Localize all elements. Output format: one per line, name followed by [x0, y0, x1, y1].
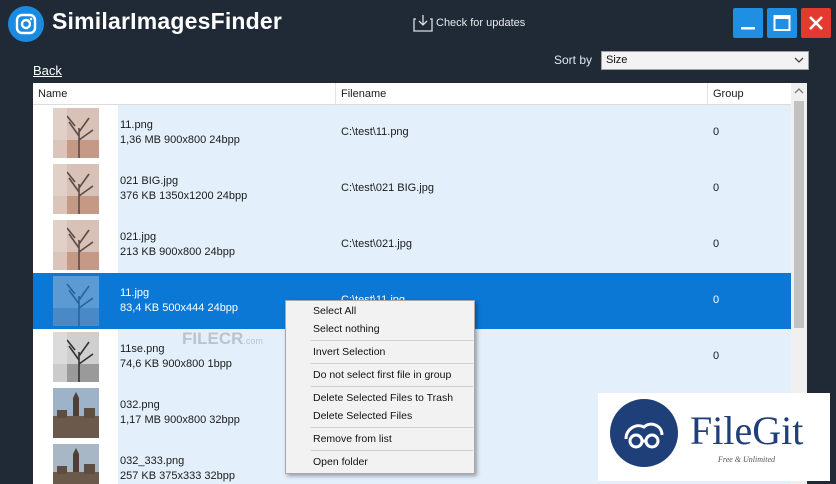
- file-meta: 213 KB 900x800 24bpp: [120, 246, 235, 258]
- download-icon: [413, 15, 433, 32]
- thumbnail-image: [53, 388, 99, 438]
- menu-item-remove-from-list[interactable]: Remove from list: [313, 433, 392, 445]
- thumbnail-image: [53, 220, 99, 270]
- thumbnail-image: [53, 108, 99, 158]
- file-path: C:\test\11.png: [341, 126, 409, 138]
- file-path: C:\test\021.jpg: [341, 238, 412, 250]
- thumbnail-image: [53, 444, 99, 484]
- group-value: 0: [713, 294, 720, 306]
- file-name: 021.jpg: [120, 231, 157, 243]
- thumbnail-image: [53, 164, 99, 214]
- menu-separator: [311, 427, 473, 428]
- menu-item-open-folder[interactable]: Open folder: [313, 456, 368, 468]
- menu-item-delete-to-trash[interactable]: Delete Selected Files to Trash: [313, 392, 453, 404]
- menu-separator: [311, 386, 473, 387]
- header-group[interactable]: Group: [713, 88, 744, 100]
- menu-item-invert-selection[interactable]: Invert Selection: [313, 346, 385, 358]
- app-title: SimilarImagesFinder: [52, 8, 283, 34]
- chevron-down-icon: [794, 57, 804, 63]
- maximize-button[interactable]: [767, 8, 797, 38]
- file-meta: 1,36 MB 900x800 24bpp: [120, 134, 240, 146]
- group-value: 0: [713, 126, 720, 138]
- scrollbar-thumb[interactable]: [794, 101, 804, 328]
- filegit-subtitle: Free & Unlimited: [718, 455, 776, 464]
- filegit-logo-icon: [610, 399, 678, 467]
- sort-select[interactable]: Size: [601, 51, 809, 70]
- back-link[interactable]: Back: [33, 63, 62, 78]
- header-name[interactable]: Name: [38, 88, 67, 100]
- sort-label: Sort by: [554, 53, 593, 67]
- menu-separator: [311, 363, 473, 364]
- menu-item-select-all[interactable]: Select All: [313, 305, 356, 317]
- filegit-watermark: FileGit Free & Unlimited: [598, 393, 830, 481]
- list-header: Name Filename Group: [33, 83, 791, 105]
- file-name: 11se.png: [120, 343, 165, 355]
- group-value: 0: [713, 238, 720, 250]
- list-item[interactable]: 11.png 1,36 MB 900x800 24bpp C:\test\11.…: [33, 105, 791, 161]
- context-menu: Select All Select nothing Invert Selecti…: [285, 300, 475, 474]
- filegit-text: FileGit: [690, 408, 804, 453]
- minimize-icon: [741, 27, 755, 30]
- menu-separator: [311, 450, 473, 451]
- menu-separator: [311, 340, 473, 341]
- file-name: 032_333.png: [120, 455, 185, 467]
- menu-item-do-not-select-first[interactable]: Do not select first file in group: [313, 369, 451, 381]
- group-value: 0: [713, 182, 720, 194]
- menu-item-select-nothing[interactable]: Select nothing: [313, 323, 380, 335]
- app-logo-icon: [8, 6, 44, 42]
- file-name: 11.png: [120, 119, 153, 131]
- header-filename[interactable]: Filename: [341, 88, 386, 100]
- check-updates-label: Check for updates: [436, 17, 526, 29]
- minimize-button[interactable]: [733, 8, 763, 38]
- file-meta: 74,6 KB 900x800 1bpp: [120, 358, 232, 370]
- file-name: 11.jpg: [120, 287, 150, 299]
- maximize-icon: [773, 15, 791, 31]
- list-item[interactable]: 021.jpg 213 KB 900x800 24bpp C:\test\021…: [33, 217, 791, 273]
- scroll-up-icon[interactable]: [794, 87, 804, 95]
- list-item[interactable]: 021 BIG.jpg 376 KB 1350x1200 24bpp C:\te…: [33, 161, 791, 217]
- filecr-watermark: FILECR.com: [182, 329, 263, 348]
- file-meta: 376 KB 1350x1200 24bpp: [120, 190, 248, 202]
- sort-value: Size: [606, 54, 628, 66]
- file-meta: 257 KB 375x333 32bpp: [120, 470, 235, 482]
- close-icon: [809, 16, 823, 30]
- group-value: 0: [713, 350, 720, 362]
- file-path: C:\test\021 BIG.jpg: [341, 182, 434, 194]
- thumbnail-image: [53, 332, 99, 382]
- check-updates-button[interactable]: Check for updates: [413, 14, 525, 32]
- file-meta: 1,17 MB 900x800 32bpp: [120, 414, 240, 426]
- file-name: 032.png: [120, 399, 160, 411]
- menu-item-delete-selected[interactable]: Delete Selected Files: [313, 410, 412, 422]
- file-meta: 83,4 KB 500x444 24bpp: [120, 302, 239, 314]
- file-name: 021 BIG.jpg: [120, 175, 179, 187]
- close-button[interactable]: [801, 8, 831, 38]
